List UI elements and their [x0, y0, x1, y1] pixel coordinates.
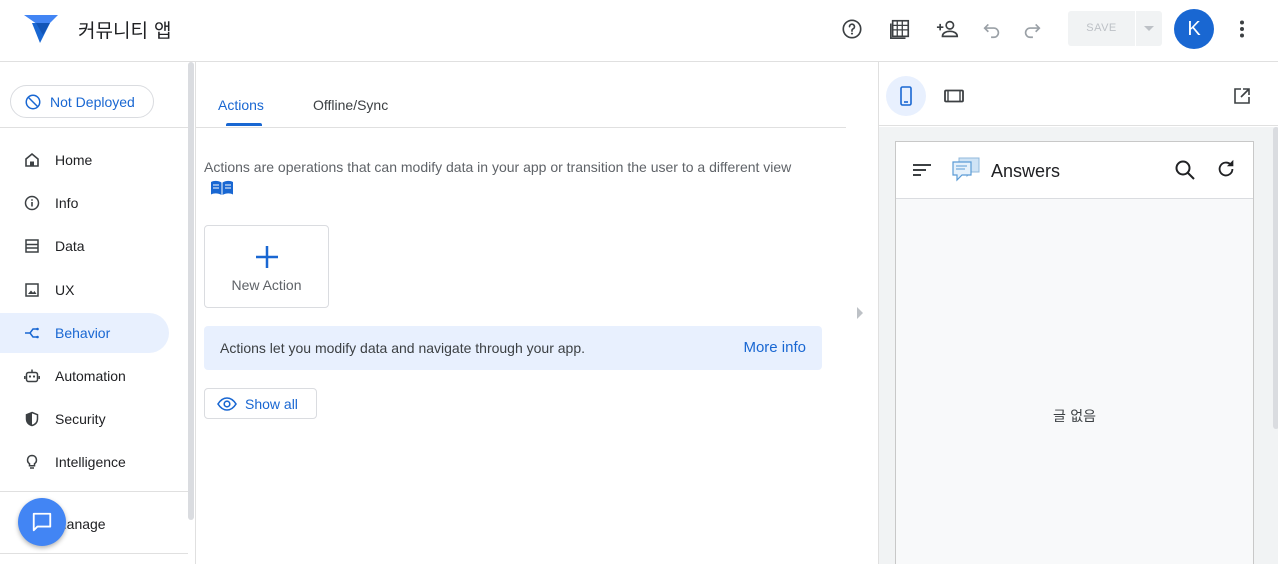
- lightbulb-icon: [23, 453, 41, 471]
- behavior-icon: [23, 324, 41, 342]
- tab-offline-sync[interactable]: Offline/Sync: [313, 97, 388, 113]
- nav-divider: [0, 127, 188, 128]
- plus-icon: [256, 246, 278, 268]
- top-bar: 커뮤니티 앱 SAVE K: [0, 0, 1278, 62]
- undo-icon[interactable]: [980, 17, 1004, 41]
- table-icon[interactable]: [888, 17, 912, 41]
- preview-toolbar: [879, 62, 1278, 126]
- sidebar-item-ux[interactable]: UX: [0, 270, 169, 310]
- info-icon: [23, 194, 41, 212]
- eye-icon: [217, 396, 237, 411]
- phone-icon: [900, 86, 912, 106]
- panel-collapse-arrow-icon[interactable]: [856, 306, 864, 320]
- sidebar-item-automation[interactable]: Automation: [0, 356, 169, 396]
- more-info-link[interactable]: More info: [743, 339, 806, 356]
- mobile-view-button[interactable]: [886, 76, 926, 116]
- left-nav: Not Deployed Home Info Data UX Behavior …: [0, 62, 196, 564]
- info-banner-text: Actions let you modify data and navigate…: [220, 340, 586, 356]
- nav-divider: [0, 553, 188, 554]
- tab-actions[interactable]: Actions: [218, 97, 264, 113]
- sidebar-scrollbar[interactable]: [188, 62, 194, 520]
- nav-divider: [0, 491, 188, 492]
- home-icon: [23, 151, 41, 169]
- app-title: 커뮤니티 앱: [78, 20, 172, 42]
- more-vert-icon[interactable]: [1230, 17, 1254, 41]
- sort-menu-icon[interactable]: [912, 162, 932, 178]
- sidebar-item-label: Data: [55, 238, 85, 254]
- save-button[interactable]: SAVE: [1068, 11, 1162, 46]
- sidebar-item-info[interactable]: Info: [0, 183, 169, 223]
- sidebar-item-label: Behavior: [55, 325, 111, 341]
- documentation-book-icon[interactable]: [210, 180, 234, 196]
- search-icon[interactable]: [1174, 159, 1196, 181]
- tab-bar: Actions Offline/Sync: [196, 62, 846, 128]
- refresh-icon[interactable]: [1215, 158, 1237, 180]
- actions-description: Actions are operations that can modify d…: [204, 157, 794, 197]
- sidebar-item-label: Intelligence: [55, 454, 126, 470]
- image-icon: [23, 281, 41, 299]
- sidebar-item-behavior[interactable]: Behavior: [0, 313, 169, 353]
- device-app-bar: Answers: [896, 142, 1253, 199]
- data-icon: [23, 237, 41, 255]
- save-options-chevron-down-icon[interactable]: [1136, 11, 1162, 46]
- tablet-view-button[interactable]: [934, 76, 974, 116]
- robot-icon: [23, 367, 41, 385]
- appsheet-logo-icon[interactable]: [24, 13, 58, 45]
- new-action-button[interactable]: New Action: [204, 225, 329, 308]
- preview-scrollbar[interactable]: [1273, 127, 1278, 429]
- sidebar-item-data[interactable]: Data: [0, 226, 169, 266]
- sidebar-item-label: Home: [55, 152, 93, 168]
- new-action-label: New Action: [231, 277, 302, 293]
- main-panel: Actions Offline/Sync Actions are operati…: [196, 62, 878, 564]
- preview-panel: Answers 글 없음: [878, 62, 1278, 564]
- sidebar-item-label: Info: [55, 195, 79, 211]
- sidebar-item-label: Security: [55, 411, 106, 427]
- sidebar-item-intelligence[interactable]: Intelligence: [0, 442, 169, 482]
- not-deployed-icon: [25, 94, 41, 109]
- chat-icon: [32, 512, 52, 532]
- preview-area: Answers 글 없음: [879, 127, 1278, 564]
- show-all-label: Show all: [245, 395, 298, 412]
- active-tab-indicator: [226, 123, 262, 126]
- deploy-status-label: Not Deployed: [50, 93, 135, 110]
- preview-app-title: Answers: [991, 161, 1061, 181]
- empty-state-text: 글 없음: [1052, 409, 1097, 425]
- sidebar-item-security[interactable]: Security: [0, 399, 169, 439]
- avatar[interactable]: K: [1174, 9, 1214, 49]
- add-person-icon[interactable]: [936, 17, 960, 41]
- sidebar-item-home[interactable]: Home: [0, 140, 169, 180]
- sidebar-item-label: Automation: [55, 368, 126, 384]
- save-label[interactable]: SAVE: [1068, 11, 1135, 46]
- speech-bubbles-icon: [951, 155, 981, 183]
- help-icon[interactable]: [840, 17, 864, 41]
- sidebar-item-label: UX: [55, 282, 75, 298]
- description-text: Actions are operations that can modify d…: [204, 159, 792, 175]
- shield-icon: [23, 410, 41, 428]
- deploy-status-chip[interactable]: Not Deployed: [10, 85, 154, 118]
- chat-button[interactable]: [18, 498, 66, 546]
- tablet-icon: [944, 89, 964, 103]
- show-all-button[interactable]: Show all: [204, 388, 317, 419]
- device-preview: Answers 글 없음: [895, 141, 1254, 564]
- redo-icon[interactable]: [1020, 17, 1044, 41]
- open-in-new-icon[interactable]: [1222, 76, 1262, 116]
- info-banner: Actions let you modify data and navigate…: [204, 326, 822, 370]
